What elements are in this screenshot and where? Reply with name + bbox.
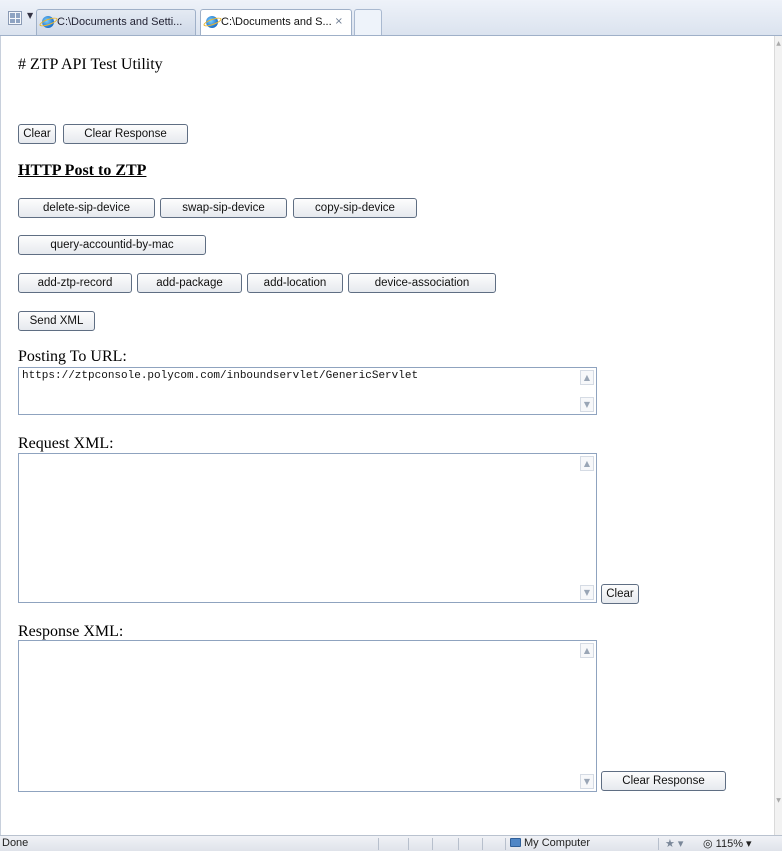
posting-url-field[interactable]: ▲ ▼: [18, 367, 597, 415]
page-title: # ZTP API Test Utility: [18, 56, 163, 73]
ie-page-icon: [42, 16, 54, 28]
textarea-scrollbar[interactable]: ▲ ▼: [578, 641, 596, 791]
quick-tabs-icon[interactable]: [8, 11, 22, 25]
tab-documents-1[interactable]: C:\Documents and Setti...: [36, 9, 196, 35]
query-accountid-by-mac-button[interactable]: query-accountid-by-mac: [18, 235, 206, 255]
request-xml-field[interactable]: ▲ ▼: [18, 453, 597, 603]
posting-url-label: Posting To URL:: [18, 348, 127, 365]
scroll-down-icon[interactable]: ▼: [580, 397, 594, 412]
status-divider: [458, 838, 459, 850]
add-package-button[interactable]: add-package: [137, 273, 242, 293]
scroll-up-icon[interactable]: ▲: [775, 40, 782, 50]
response-clear-response-button[interactable]: Clear Response: [601, 771, 726, 791]
status-text: Done: [2, 837, 29, 849]
swap-sip-device-button[interactable]: swap-sip-device: [160, 198, 287, 218]
status-divider: [505, 838, 506, 850]
textarea-scrollbar[interactable]: ▲ ▼: [578, 368, 596, 414]
status-divider: [408, 838, 409, 850]
copy-sip-device-button[interactable]: copy-sip-device: [293, 198, 417, 218]
new-tab-button[interactable]: [354, 9, 382, 35]
delete-sip-device-button[interactable]: delete-sip-device: [18, 198, 155, 218]
scroll-down-icon[interactable]: ▼: [775, 797, 782, 807]
clear-button[interactable]: Clear: [18, 124, 56, 144]
request-xml-input[interactable]: [19, 454, 580, 602]
protected-mode-icon[interactable]: ★ ▾: [665, 837, 683, 850]
request-clear-button[interactable]: Clear: [601, 584, 639, 604]
section-title: HTTP Post to ZTP: [18, 162, 147, 179]
add-location-button[interactable]: add-location: [247, 273, 343, 293]
clear-response-button[interactable]: Clear Response: [63, 124, 188, 144]
scroll-down-icon[interactable]: ▼: [580, 585, 594, 600]
zone-label: My Computer: [524, 837, 591, 849]
zoom-level[interactable]: ◎ 115% ▾: [703, 837, 752, 850]
status-divider: [658, 838, 659, 850]
browser-window: ▼ C:\Documents and Setti... C:\Documents…: [0, 0, 782, 851]
page-scrollbar[interactable]: ▲ ▼: [774, 36, 782, 835]
tab-bar: ▼ C:\Documents and Setti... C:\Documents…: [0, 0, 782, 36]
status-divider: [378, 838, 379, 850]
tab-close-icon[interactable]: ×: [335, 10, 343, 34]
posting-url-input[interactable]: [19, 368, 580, 414]
status-bar: Done My Computer ★ ▾ ◎ 115% ▾: [0, 835, 782, 851]
ie-page-icon: [206, 16, 218, 28]
textarea-scrollbar[interactable]: ▲ ▼: [578, 454, 596, 602]
send-xml-button[interactable]: Send XML: [18, 311, 95, 331]
device-association-button[interactable]: device-association: [348, 273, 496, 293]
tab-label: C:\Documents and Setti...: [57, 16, 183, 28]
status-divider: [482, 838, 483, 850]
page-content: # ZTP API Test Utility Clear Clear Respo…: [0, 36, 774, 835]
scroll-down-icon[interactable]: ▼: [580, 774, 594, 789]
computer-zone-icon: [510, 838, 521, 847]
response-xml-label: Response XML:: [18, 623, 124, 640]
add-ztp-record-button[interactable]: add-ztp-record: [18, 273, 132, 293]
scroll-up-icon[interactable]: ▲: [580, 456, 594, 471]
scroll-up-icon[interactable]: ▲: [580, 643, 594, 658]
tab-documents-2[interactable]: C:\Documents and S... ×: [200, 9, 352, 35]
response-xml-input[interactable]: [19, 641, 580, 791]
security-zone[interactable]: My Computer: [510, 837, 590, 849]
response-xml-field[interactable]: ▲ ▼: [18, 640, 597, 792]
tab-label: C:\Documents and S...: [221, 16, 332, 28]
request-xml-label: Request XML:: [18, 435, 114, 452]
scroll-up-icon[interactable]: ▲: [580, 370, 594, 385]
tab-list-arrow-icon[interactable]: ▼: [27, 11, 33, 20]
status-divider: [432, 838, 433, 850]
